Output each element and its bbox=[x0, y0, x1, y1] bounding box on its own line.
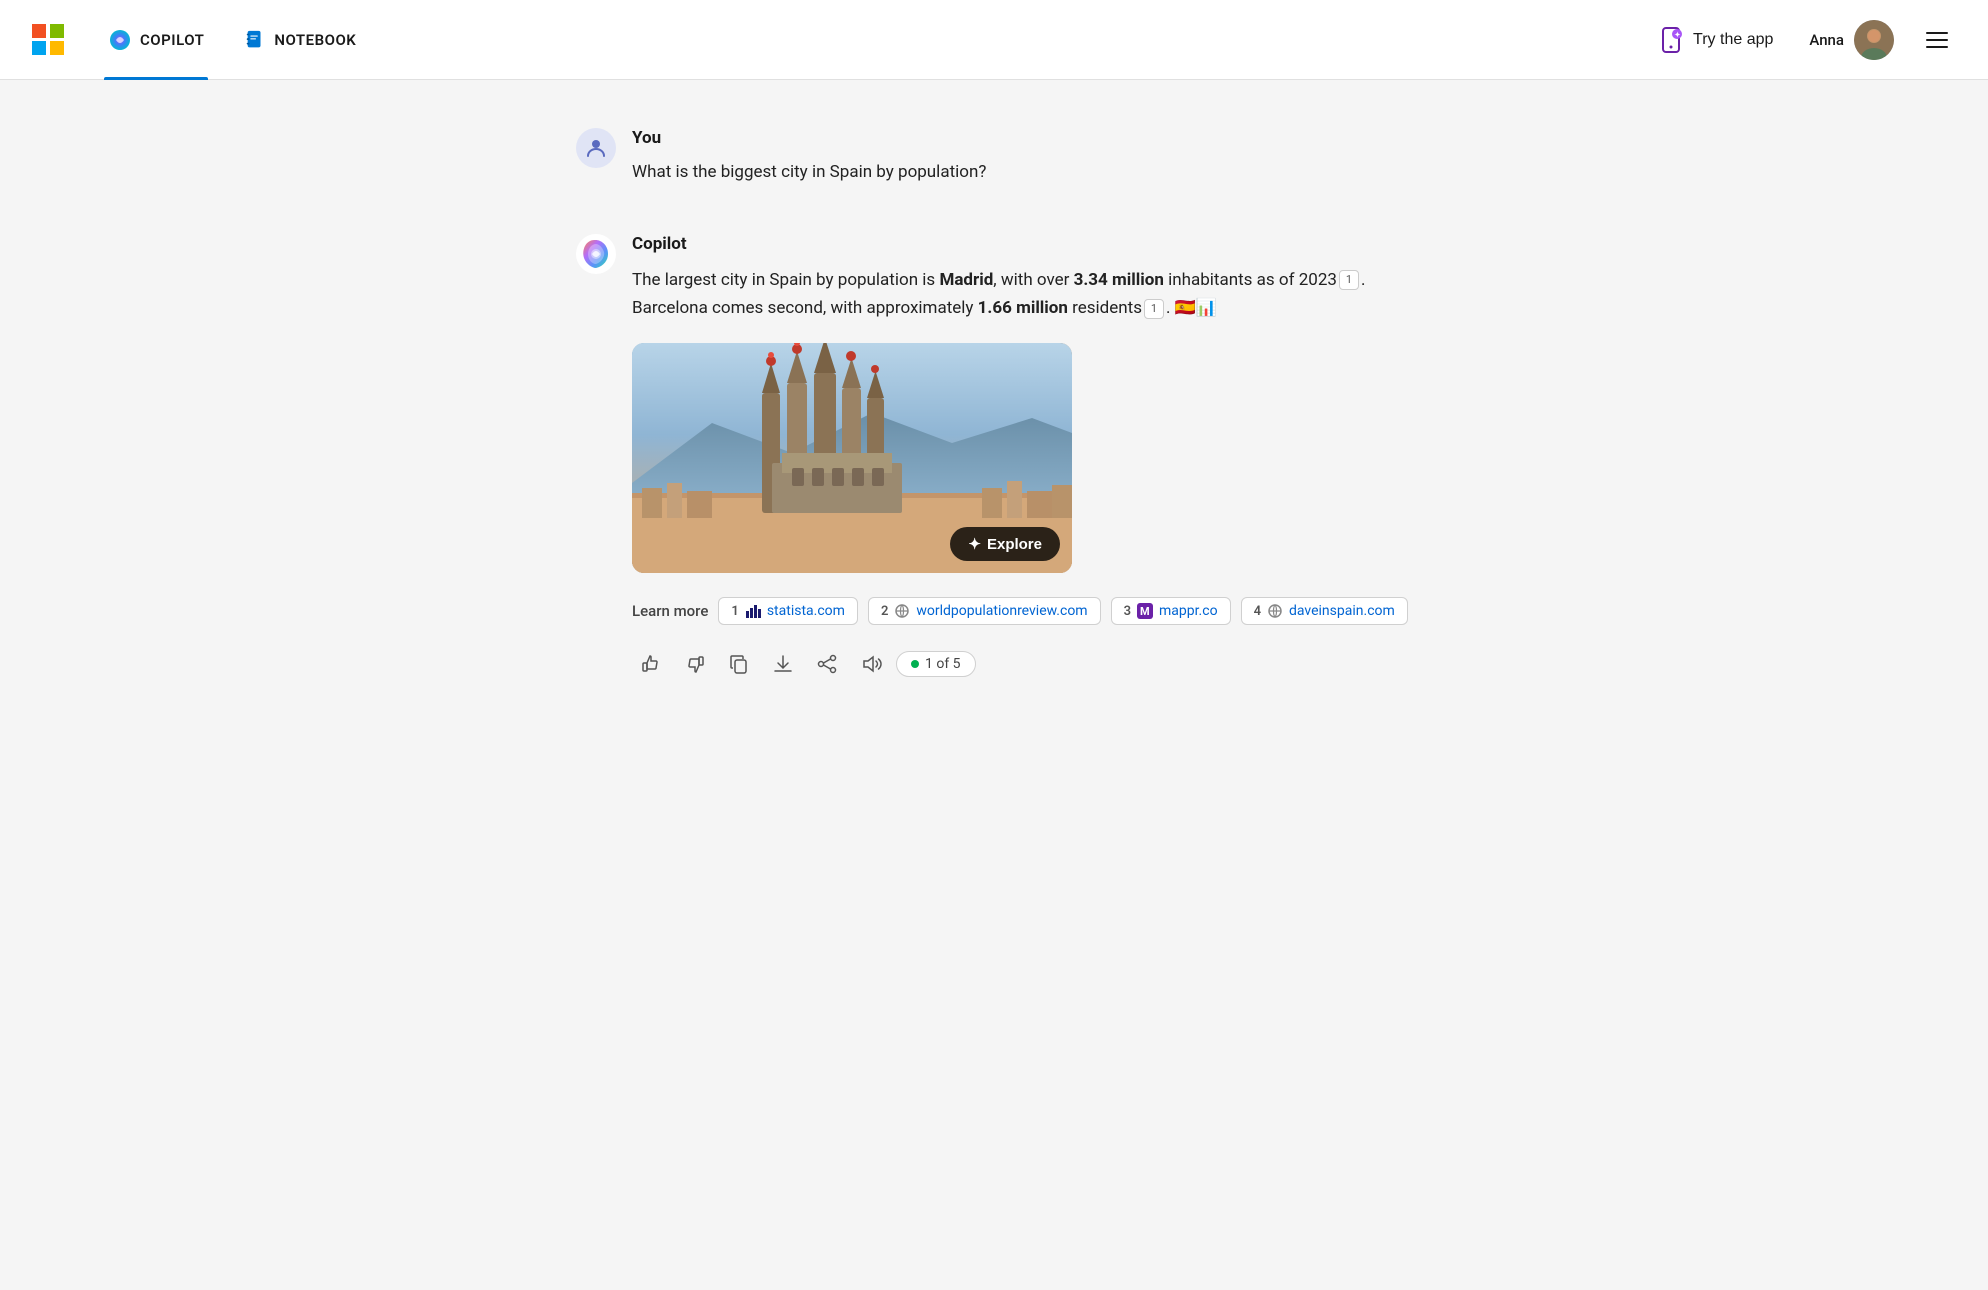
hamburger-line-3 bbox=[1926, 46, 1948, 48]
response-p1: The largest city in Spain by population … bbox=[632, 270, 939, 290]
copilot-response-text: The largest city in Spain by population … bbox=[632, 266, 1412, 324]
copilot-label: Copilot bbox=[632, 234, 1412, 254]
page-indicator-text: 1 of 5 bbox=[925, 656, 961, 672]
volume-icon bbox=[860, 653, 882, 675]
thumbs-up-button[interactable] bbox=[632, 645, 670, 683]
thumbs-down-button[interactable] bbox=[676, 645, 714, 683]
person-icon bbox=[584, 136, 608, 160]
copilot-message: Copilot The largest city in Spain by pop… bbox=[576, 234, 1412, 684]
share-icon bbox=[816, 653, 838, 675]
image-card: ✦ Explore bbox=[632, 343, 1072, 573]
nav-copilot-label: COPILOT bbox=[140, 31, 204, 49]
source-chip-2[interactable]: 2 worldpopulationreview.com bbox=[868, 597, 1101, 625]
source-chip-1[interactable]: 1 statista.com bbox=[718, 597, 858, 625]
response-p5: residents bbox=[1068, 298, 1142, 318]
source-domain-3: mappr.co bbox=[1159, 603, 1218, 619]
phone-icon: ✦ bbox=[1657, 26, 1685, 54]
user-message: You What is the biggest city in Spain by… bbox=[576, 128, 1412, 186]
main-content: You What is the biggest city in Spain by… bbox=[544, 80, 1444, 731]
copilot-message-content: Copilot The largest city in Spain by pop… bbox=[632, 234, 1412, 684]
copilot-nav-icon bbox=[108, 28, 132, 52]
microsoft-logo bbox=[32, 24, 64, 56]
download-icon bbox=[772, 653, 794, 675]
user-area[interactable]: Anna bbox=[1809, 20, 1894, 60]
try-app-label: Try the app bbox=[1693, 31, 1773, 49]
source-num-4: 4 bbox=[1254, 604, 1261, 619]
citation-2[interactable]: 1 bbox=[1144, 299, 1164, 319]
citation-1[interactable]: 1 bbox=[1339, 270, 1359, 290]
user-name: Anna bbox=[1809, 31, 1844, 49]
thumbs-down-icon bbox=[684, 653, 706, 675]
mappr-icon: M bbox=[1137, 603, 1153, 619]
header-right: ✦ Try the app Anna bbox=[1645, 18, 1956, 62]
response-bold1: Madrid bbox=[939, 270, 993, 290]
svg-text:M: M bbox=[1140, 605, 1150, 618]
source-domain-2: worldpopulationreview.com bbox=[916, 603, 1087, 619]
user-label: You bbox=[632, 128, 1412, 148]
response-p6: . 🇪🇸📊 bbox=[1166, 298, 1217, 318]
source-domain-4: daveinspain.com bbox=[1289, 603, 1395, 619]
city-image: ✦ Explore bbox=[632, 343, 1072, 573]
green-dot bbox=[911, 660, 919, 668]
nav-copilot[interactable]: COPILOT bbox=[104, 0, 208, 80]
volume-button[interactable] bbox=[852, 645, 890, 683]
user-message-content: You What is the biggest city in Spain by… bbox=[632, 128, 1412, 186]
user-message-text: What is the biggest city in Spain by pop… bbox=[632, 160, 1412, 186]
source-num-2: 2 bbox=[881, 604, 888, 619]
page-indicator: 1 of 5 bbox=[896, 651, 976, 677]
response-p2: , with over bbox=[993, 270, 1073, 290]
learn-more-section: Learn more 1 statista.com 2 worldpopulat… bbox=[632, 597, 1412, 625]
avatar bbox=[1854, 20, 1894, 60]
source-chip-4[interactable]: 4 daveinspain.com bbox=[1241, 597, 1408, 625]
source-chip-3[interactable]: 3 M mappr.co bbox=[1111, 597, 1231, 625]
copilot-avatar bbox=[576, 234, 616, 274]
share-button[interactable] bbox=[808, 645, 846, 683]
header-left: COPILOT NOTEBOOK bbox=[32, 0, 360, 80]
notebook-nav-icon bbox=[244, 29, 266, 51]
source-num-1: 1 bbox=[731, 604, 738, 619]
copy-button[interactable] bbox=[720, 645, 758, 683]
statista-icon bbox=[745, 603, 761, 619]
learn-more-label: Learn more bbox=[632, 602, 708, 620]
hamburger-line-1 bbox=[1926, 32, 1948, 34]
hamburger-button[interactable] bbox=[1918, 24, 1956, 56]
globe-icon-2 bbox=[1267, 603, 1283, 619]
response-bold2: 3.34 million bbox=[1074, 270, 1164, 290]
avatar-image bbox=[1854, 20, 1894, 60]
user-icon bbox=[576, 128, 616, 168]
download-button[interactable] bbox=[764, 645, 802, 683]
copy-icon bbox=[728, 653, 750, 675]
nav-notebook[interactable]: NOTEBOOK bbox=[240, 0, 360, 80]
explore-icon: ✦ bbox=[968, 535, 981, 553]
response-p3: inhabitants as of 2023 bbox=[1164, 270, 1337, 290]
svg-text:✦: ✦ bbox=[1675, 31, 1681, 39]
try-app-button[interactable]: ✦ Try the app bbox=[1645, 18, 1785, 62]
header: COPILOT NOTEBOOK ✦ Try the app bbox=[0, 0, 1988, 80]
source-domain-1: statista.com bbox=[767, 603, 845, 619]
explore-button[interactable]: ✦ Explore bbox=[950, 527, 1060, 561]
response-bold3: 1.66 million bbox=[978, 298, 1068, 318]
nav-notebook-label: NOTEBOOK bbox=[274, 31, 356, 49]
source-num-3: 3 bbox=[1124, 604, 1131, 619]
explore-label: Explore bbox=[987, 536, 1042, 553]
action-bar: 1 of 5 bbox=[632, 645, 1412, 683]
thumbs-up-icon bbox=[640, 653, 662, 675]
globe-icon-1 bbox=[894, 603, 910, 619]
hamburger-line-2 bbox=[1926, 39, 1948, 41]
copilot-swirl-icon bbox=[578, 236, 614, 272]
